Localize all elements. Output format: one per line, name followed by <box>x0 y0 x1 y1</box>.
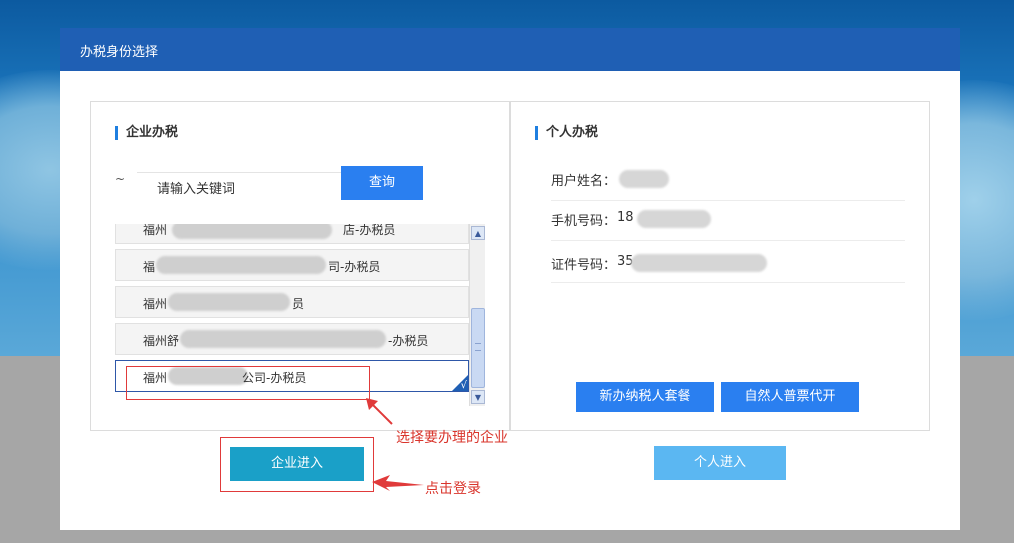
list-item[interactable]: 福州 员 <box>115 286 469 318</box>
list-scrollbar[interactable]: ▲ ▼ <box>469 224 485 406</box>
list-item[interactable]: 福 司-办税员 <box>115 249 469 281</box>
info-label: 证件号码： <box>551 258 617 273</box>
list-item-suffix: 司-办税员 <box>328 260 381 274</box>
annotation-select-company: 选择要办理的企业 <box>396 430 508 446</box>
personal-panel: 个人办税 用户姓名： 手机号码： 18 证件号码： 35 新办纳税人套餐 自然人… <box>510 101 930 431</box>
scroll-up-icon[interactable]: ▲ <box>471 226 485 240</box>
annotation-arrow-icon <box>372 475 424 491</box>
info-row-id: 证件号码： 35 <box>551 240 905 283</box>
annotation-arrow-icon <box>366 398 393 425</box>
personal-section-title: 个人办税 <box>535 126 598 140</box>
redacted-text <box>172 224 332 239</box>
redacted-text <box>637 210 711 228</box>
redacted-text <box>180 330 386 348</box>
identity-dialog: 办税身份选择 企业办税 ~ 查询 福州 店-办税员 福 司-办税员 福州 员 <box>60 28 960 530</box>
list-item-prefix: 福 <box>143 260 156 274</box>
annotation-click-login: 点击登录 <box>425 481 481 497</box>
redacted-text <box>619 170 669 188</box>
dialog-title: 办税身份选择 <box>80 45 159 60</box>
natural-person-invoice-button[interactable]: 自然人普票代开 <box>721 382 859 412</box>
list-item[interactable]: 福州 店-办税员 <box>115 224 469 244</box>
redacted-text <box>156 256 326 274</box>
info-label: 用户姓名： <box>551 174 617 189</box>
list-item-suffix: -办税员 <box>388 334 429 348</box>
info-label: 手机号码： <box>551 214 617 229</box>
checkmark-icon: √ <box>460 380 467 391</box>
dialog-header: 办税身份选择 <box>60 28 960 71</box>
list-item-prefix: 福州舒 <box>143 334 180 348</box>
redacted-text <box>631 254 767 272</box>
redacted-text <box>168 293 290 311</box>
list-item[interactable]: 福州舒 -办税员 <box>115 323 469 355</box>
search-button[interactable]: 查询 <box>341 166 423 200</box>
search-input[interactable] <box>137 172 347 205</box>
scroll-down-icon[interactable]: ▼ <box>471 390 485 404</box>
list-item-prefix: 福州 <box>143 224 168 237</box>
personal-enter-button[interactable]: 个人进入 <box>654 446 786 480</box>
grip-icon <box>475 343 481 351</box>
annotation-box-company <box>126 366 370 400</box>
list-item-suffix: 店-办税员 <box>343 224 396 237</box>
list-item-suffix: 员 <box>292 297 305 311</box>
info-row-phone: 手机号码： 18 <box>551 200 905 241</box>
list-item-prefix: 福州 <box>143 297 168 311</box>
info-value: 18 <box>617 210 634 225</box>
new-taxpayer-package-button[interactable]: 新办纳税人套餐 <box>576 382 714 412</box>
annotation-box-login <box>220 437 374 492</box>
search-prefix: ~ <box>115 172 126 186</box>
enterprise-section-title: 企业办税 <box>115 126 178 140</box>
scroll-thumb[interactable] <box>471 308 485 388</box>
info-row-name: 用户姓名： <box>551 160 905 201</box>
